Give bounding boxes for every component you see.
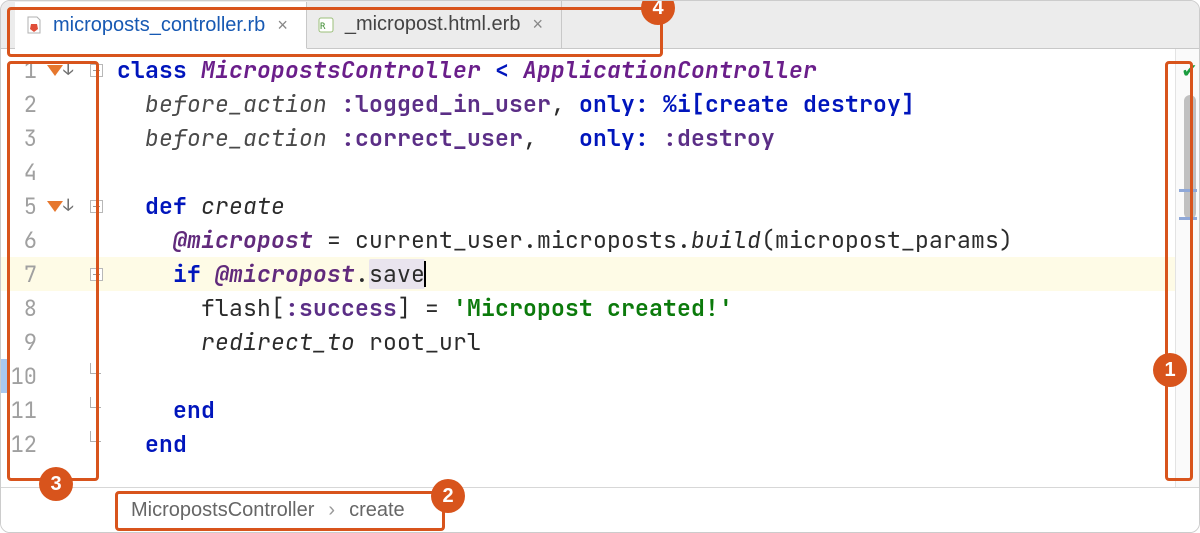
ruby-file-icon <box>25 16 43 34</box>
line-number: 6 <box>1 226 43 255</box>
code-line[interactable] <box>105 359 1175 393</box>
tab-bar: microposts_controller.rb × R _micropost.… <box>1 1 1199 49</box>
arrow-down-icon: ↓ <box>63 195 73 217</box>
close-icon[interactable]: × <box>275 15 290 36</box>
text-cursor <box>424 261 426 287</box>
svg-text:R: R <box>320 22 326 32</box>
code-line[interactable]: redirect_to root_url <box>105 325 1175 359</box>
close-icon[interactable]: × <box>530 14 545 35</box>
arrow-down-icon: ↓ <box>63 59 73 81</box>
editor: 1 ↓ 2 3 4 5 ↓ 6 7 8 9 10 11 12 class Mic… <box>1 49 1199 487</box>
code-line-current[interactable]: if @micropost.save <box>105 257 1175 291</box>
change-marker-icon[interactable] <box>1 359 9 393</box>
tab-label: _micropost.html.erb <box>345 13 521 36</box>
gutter[interactable]: 1 ↓ 2 3 4 5 ↓ 6 7 8 9 10 11 12 <box>1 49 105 487</box>
code-line[interactable]: before_action :logged_in_user, only: %i[… <box>105 87 1175 121</box>
code-line[interactable]: def create <box>105 189 1175 223</box>
line-number: 11 <box>1 396 43 425</box>
tab-label: microposts_controller.rb <box>53 14 265 37</box>
code-line[interactable]: before_action :correct_user, only: :dest… <box>105 121 1175 155</box>
line-number: 8 <box>1 294 43 323</box>
editor-window: microposts_controller.rb × R _micropost.… <box>0 0 1200 533</box>
line-number: 4 <box>1 158 43 187</box>
line-number: 2 <box>1 90 43 119</box>
tab-micropost-erb[interactable]: R _micropost.html.erb × <box>307 1 562 48</box>
error-stripe-marker[interactable] <box>1179 189 1197 192</box>
code-line[interactable]: flash[:success] = 'Micropost created!' <box>105 291 1175 325</box>
fold-end-icon[interactable] <box>90 431 101 442</box>
fold-toggle-icon[interactable] <box>90 200 103 213</box>
chevron-right-icon: › <box>324 499 339 522</box>
breadcrumb-item[interactable]: MicropostsController <box>131 499 314 522</box>
line-number: 1 <box>1 56 43 85</box>
code-line[interactable]: end <box>105 427 1175 461</box>
tab-microposts-controller[interactable]: microposts_controller.rb × <box>15 2 307 49</box>
line-number: 7 <box>1 260 43 289</box>
code-line[interactable]: end <box>105 393 1175 427</box>
code-line[interactable]: class MicropostsController < Application… <box>105 53 1175 87</box>
line-number: 12 <box>1 430 43 459</box>
vcs-marker-icon[interactable] <box>47 201 63 212</box>
line-number: 9 <box>1 328 43 357</box>
error-stripe-marker[interactable] <box>1179 217 1197 220</box>
line-number: 5 <box>1 192 43 221</box>
fold-toggle-icon[interactable] <box>90 268 103 281</box>
code-line[interactable]: @micropost = current_user.microposts.bui… <box>105 223 1175 257</box>
vcs-marker-icon[interactable] <box>47 65 63 76</box>
scrollbar[interactable]: ✔ <box>1175 49 1199 487</box>
fold-end-icon[interactable] <box>90 363 101 374</box>
breadcrumb-item[interactable]: create <box>349 499 405 522</box>
code-area[interactable]: class MicropostsController < Application… <box>105 49 1175 487</box>
line-number: 3 <box>1 124 43 153</box>
erb-file-icon: R <box>317 16 335 34</box>
inspection-ok-icon[interactable]: ✔ <box>1183 55 1196 84</box>
fold-toggle-icon[interactable] <box>90 64 103 77</box>
code-line[interactable] <box>105 155 1175 189</box>
scroll-thumb[interactable] <box>1184 95 1196 219</box>
fold-end-icon[interactable] <box>90 397 101 408</box>
breadcrumb: MicropostsController › create <box>1 487 1199 533</box>
